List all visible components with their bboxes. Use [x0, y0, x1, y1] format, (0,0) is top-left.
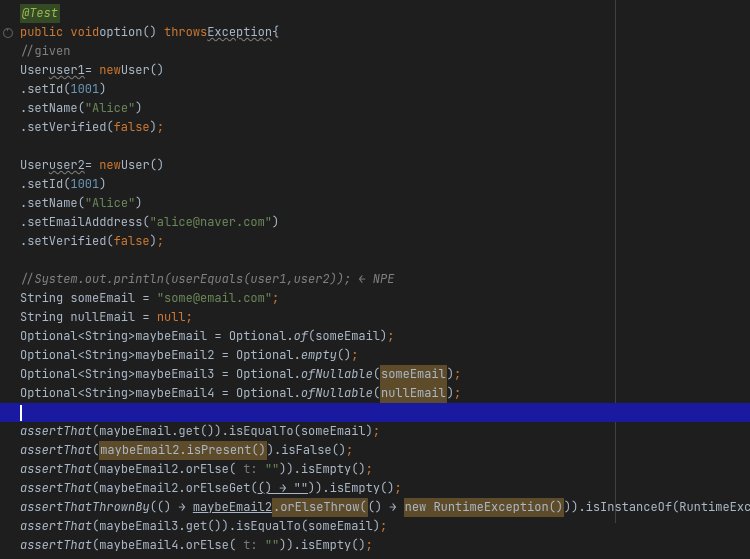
code-line[interactable]: assertThat(maybeEmail4.orElse( t: "")).i… [0, 536, 750, 555]
code-line[interactable]: assertThat(maybeEmail2.isPresent()).isFa… [0, 441, 750, 460]
static-method: ofNullable [301, 384, 373, 403]
code-line[interactable]: .setName("Alice") [0, 99, 750, 118]
decl: String nullEmail = [20, 308, 157, 327]
code-line[interactable]: @Test [0, 4, 750, 23]
type: User [20, 61, 49, 80]
expr-highlighted: .orElseThrow( [272, 498, 368, 517]
chain-call: .setName( [20, 99, 85, 118]
static-method: ofNullable [301, 365, 373, 384]
variable: maybeEmail4 [135, 384, 214, 403]
blank-line[interactable] [0, 137, 750, 156]
variable: user2 [49, 156, 85, 175]
code-line[interactable]: .setEmailAdddress("alice@naver.com") [0, 213, 750, 232]
keyword: public void [20, 23, 99, 42]
decl: String someEmail = [20, 289, 157, 308]
assert-call: assertThat [20, 441, 92, 460]
code-line[interactable]: String nullEmail = null; [0, 308, 750, 327]
code-line[interactable]: User user1 = new User() [0, 61, 750, 80]
blank-line[interactable] [0, 251, 750, 270]
expr: maybeEmail2 [193, 498, 272, 517]
type: Optional<String> [20, 365, 135, 384]
type: Optional<String> [20, 384, 135, 403]
arg-highlighted: someEmail [380, 365, 447, 384]
static-method: empty [301, 346, 337, 365]
code-line[interactable]: .setVerified(false); [0, 232, 750, 251]
gutter-fold-icon[interactable] [0, 28, 16, 38]
type: User [20, 156, 49, 175]
type: Optional<String> [20, 327, 135, 346]
chain-call: .setVerified( [20, 232, 114, 251]
assert-call: assertThat [20, 460, 92, 479]
code-line[interactable]: User user2 = new User() [0, 156, 750, 175]
string: "alice@naver.com" [150, 213, 272, 232]
variable: maybeEmail [135, 327, 207, 346]
assert-call: assertThatThrownBy [20, 498, 150, 517]
current-line[interactable] [0, 403, 750, 422]
variable: maybeEmail2 [135, 346, 214, 365]
chain-call: .setId( [20, 175, 70, 194]
ctor: User [121, 61, 150, 80]
expr: (maybeEmail.get()).isEqualTo(someEmail) [92, 422, 373, 441]
method-name: option [99, 23, 142, 42]
arg: someEmail [315, 327, 380, 346]
expr-highlighted: maybeEmail2.isPresent() [99, 441, 267, 460]
ctor: User [121, 156, 150, 175]
chain-call: .setId( [20, 80, 70, 99]
keyword: new [99, 156, 121, 175]
type: Optional<String> [20, 346, 135, 365]
code-line[interactable]: Optional<String> maybeEmail = Optional.o… [0, 327, 750, 346]
keyword: new [99, 61, 121, 80]
assert-call: assertThat [20, 517, 92, 536]
comment-slashes: // [20, 270, 34, 289]
parens: () [142, 23, 164, 42]
param-hint: t: [236, 536, 265, 555]
code-line[interactable]: // System.out.println(userEquals(user1,u… [0, 270, 750, 289]
keyword: throws [164, 23, 207, 42]
code-line[interactable]: .setId(1001) [0, 80, 750, 99]
boolean: false [114, 118, 150, 137]
code-line[interactable]: assertThatThrownBy(() → maybeEmail2.orEl… [0, 498, 750, 517]
string: "Alice" [85, 99, 135, 118]
arg-highlighted: nullEmail [380, 384, 447, 403]
code-line[interactable]: Optional<String> maybeEmail4 = Optional.… [0, 384, 750, 403]
lambda: () → "" [258, 479, 308, 498]
code-line[interactable]: Optional<String> maybeEmail3 = Optional.… [0, 365, 750, 384]
number: 1001 [70, 80, 99, 99]
code-line[interactable]: assertThat(maybeEmail.get()).isEqualTo(s… [0, 422, 750, 441]
assert-call: assertThat [20, 536, 92, 555]
code-line[interactable]: String someEmail = "some@email.com"; [0, 289, 750, 308]
code-line[interactable]: Optional<String> maybeEmail2 = Optional.… [0, 346, 750, 365]
assert-call: assertThat [20, 479, 92, 498]
chain-call: .setEmailAdddress( [20, 213, 150, 232]
static-method: of [294, 327, 308, 346]
code-line[interactable]: .setId(1001) [0, 175, 750, 194]
code-line[interactable]: assertThat(maybeEmail2.orElse( t: "")).i… [0, 460, 750, 479]
boolean: false [114, 232, 150, 251]
string: "Alice" [85, 194, 135, 213]
variable: user1 [49, 61, 85, 80]
code-line[interactable]: //given [0, 42, 750, 61]
code-line[interactable]: assertThat(maybeEmail3.get()).isEqualTo(… [0, 517, 750, 536]
comment: //given [20, 42, 70, 61]
expr: (maybeEmail3.get()).isEqualTo(someEmail) [92, 517, 380, 536]
chain-call: .setVerified( [20, 118, 114, 137]
class-ref: Exception [207, 23, 272, 42]
commented-code: System.out.println(userEquals(user1,user… [34, 270, 394, 289]
string: "some@email.com" [157, 289, 272, 308]
annotation: @Test [20, 4, 60, 23]
code-editor[interactable]: @Test public void option() throws Except… [0, 0, 750, 559]
assert-call: assertThat [20, 422, 92, 441]
expr-highlighted: new RuntimeException() [404, 498, 564, 517]
code-line[interactable]: public void option() throws Exception { [0, 23, 750, 42]
chain-call: .setName( [20, 194, 85, 213]
code-line[interactable]: .setName("Alice") [0, 194, 750, 213]
code-line[interactable]: .setVerified(false); [0, 118, 750, 137]
caret-icon [20, 405, 22, 421]
number: 1001 [70, 175, 99, 194]
variable: maybeEmail3 [135, 365, 214, 384]
param-hint: t: [236, 460, 265, 479]
null: null [157, 308, 186, 327]
code-line[interactable]: assertThat(maybeEmail2.orElseGet(() → ""… [0, 479, 750, 498]
